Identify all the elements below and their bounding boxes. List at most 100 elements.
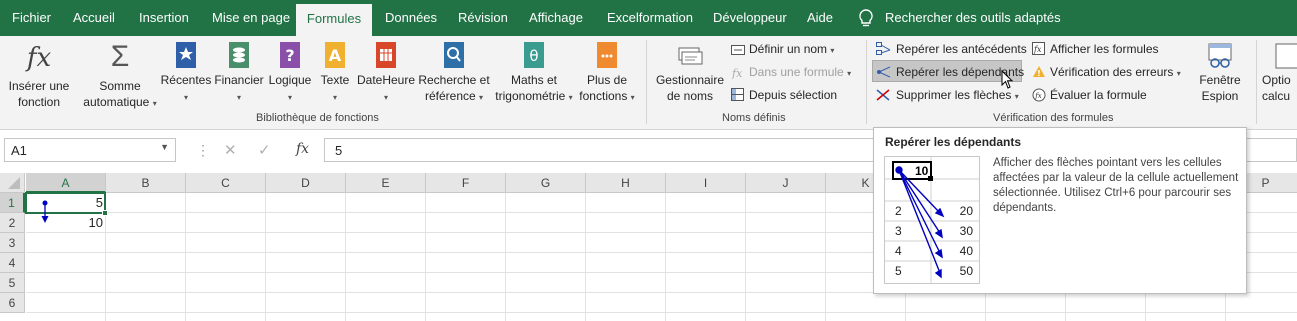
tab-insert[interactable]: Insertion [139,0,189,36]
tab-home[interactable]: Accueil [73,0,115,36]
datetime-label: DateHeure [356,73,416,87]
evaluate-formula-icon: fx [1032,88,1046,102]
svg-text:?: ? [285,46,294,65]
show-formulas-button[interactable]: fx Afficher les formules [1032,42,1159,56]
tags-icon [678,47,703,65]
row-header-6[interactable]: 6 [0,293,25,313]
tab-file[interactable]: Fichier [12,0,51,36]
tab-excelformation[interactable]: Excelformation [607,0,693,36]
math-functions-button[interactable]: θ Maths et trigonométrie ▾ [492,40,576,106]
lookup-functions-button[interactable]: Recherche et référence ▾ [417,40,491,106]
tab-review[interactable]: Révision [458,0,508,36]
tab-formulas[interactable]: Formules [296,4,372,36]
evaluate-formula-label: Évaluer la formule [1050,88,1147,102]
tab-developer[interactable]: Développeur [713,0,787,36]
column-header-d[interactable]: D [266,173,346,193]
column-header-h[interactable]: H [586,173,666,193]
group-separator [1256,40,1257,124]
row-header-4[interactable]: 4 [0,253,25,273]
text-functions-button[interactable]: A Texte ▾ [316,40,354,106]
trace-precedents-icon [876,42,891,55]
select-all-corner[interactable] [0,173,25,193]
preview-row-label: 2 [895,204,902,218]
mouse-cursor-icon [1001,70,1014,89]
preview-row-label: 4 [895,244,902,258]
chevron-down-icon[interactable]: ▼ [160,142,169,152]
insert-function-icon[interactable]: fx [296,141,309,157]
more-functions-button[interactable]: Plus de fonctions ▾ [576,40,638,106]
calculation-options-button[interactable]: Optio calcu [1262,40,1297,104]
logical-functions-button[interactable]: ? Logique ▾ [266,40,314,106]
name-box[interactable]: A1 ▼ [4,138,176,162]
watch-window-label-2: Espion [1201,89,1239,103]
preview-row-label: 3 [895,224,902,238]
sigma-icon: Σ [110,40,130,73]
watch-window-button[interactable]: Fenêtre Espion [1194,40,1246,104]
column-header-g[interactable]: G [506,173,586,193]
cancel-icon[interactable]: ✕ [224,141,237,159]
error-checking-label: Vérification des erreurs [1050,65,1174,79]
tab-page-layout[interactable]: Mise en page [212,0,290,36]
enter-icon[interactable]: ✓ [258,141,271,159]
preview-source-value: 10 [915,164,929,178]
tell-me-search[interactable]: Rechercher des outils adaptés [885,0,1061,36]
column-header-c[interactable]: C [186,173,266,193]
group-label-formula-auditing: Vérification des formules [993,112,1114,124]
chevron-down-icon: ▾ [568,93,573,102]
fill-handle[interactable] [102,210,108,216]
define-name-button[interactable]: Définir un nom ▾ [731,42,834,56]
preview-row-value: 40 [960,244,974,258]
chevron-down-icon: ▾ [236,93,241,102]
insert-function-label-2: fonction [17,95,61,109]
chevron-down-icon: ▾ [630,93,635,102]
lightbulb-icon [859,9,873,27]
group-label-function-library: Bibliothèque de fonctions [256,112,379,124]
row-header-1[interactable]: 1 [0,193,25,213]
column-header-f[interactable]: F [426,173,506,193]
tooltip-title: Repérer les dépendants [885,135,1022,149]
preview-row-value: 20 [960,204,974,218]
row-header-2[interactable]: 2 [0,213,25,233]
money-book-icon [229,42,249,68]
use-in-formula-button[interactable]: fx Dans une formule ▾ [731,65,851,80]
show-formulas-label: Afficher les formules [1050,42,1159,56]
trace-precedents-button[interactable]: Repérer les antécédents [876,42,1027,56]
warning-icon: ! [1033,66,1045,78]
chevron-down-icon: ▾ [479,93,484,102]
remove-arrows-button[interactable]: Supprimer les flèches ▾ [876,88,1019,102]
insert-function-button[interactable]: fx Insérer une fonction [6,40,72,110]
evaluate-formula-button[interactable]: fx Évaluer la formule [1032,88,1147,102]
tooltip-trace-dependents: Repérer les dépendants 10 2 3 4 5 20 30 … [873,127,1247,294]
financial-functions-button[interactable]: Financier ▾ [212,40,266,106]
glasses-window-icon [1208,43,1232,68]
tab-view[interactable]: Affichage [529,0,583,36]
row-header-5[interactable]: 5 [0,273,25,293]
error-checking-button[interactable]: ! Vérification des erreurs ▾ [1032,65,1181,79]
row-header-3[interactable]: 3 [0,233,25,253]
column-header-a[interactable]: A [26,173,106,193]
group-separator [866,40,867,124]
tab-data[interactable]: Données [385,0,437,36]
autosum-button[interactable]: Σ Somme automatique ▾ [80,40,160,112]
column-header-b[interactable]: B [106,173,186,193]
fx-icon: fx [26,43,52,73]
trace-precedents-label: Repérer les antécédents [896,42,1027,56]
column-header-e[interactable]: E [346,173,426,193]
question-book-icon: ? [280,42,300,68]
watch-window-label-1: Fenêtre [1199,73,1241,87]
recent-label: Récentes [160,73,212,87]
math-label-1: Maths et [510,73,558,87]
create-from-selection-button[interactable]: Depuis sélection [731,88,837,102]
column-header-j[interactable]: J [746,173,826,193]
recent-functions-button[interactable]: Récentes ▾ [160,40,212,106]
ribbon-tab-bar: Fichier Accueil Insertion Mise en page F… [0,0,1297,36]
name-manager-button[interactable]: Gestionnaire de noms [654,40,726,104]
gridline [26,312,1297,313]
math-label-2: trigonométrie [495,89,566,103]
tab-help[interactable]: Aide [807,0,833,36]
datetime-functions-button[interactable]: DateHeure ▾ [355,40,417,106]
remove-arrows-icon [876,89,890,101]
name-manager-label-1: Gestionnaire [655,73,725,87]
column-header-i[interactable]: I [666,173,746,193]
name-box-value: A1 [11,143,27,158]
